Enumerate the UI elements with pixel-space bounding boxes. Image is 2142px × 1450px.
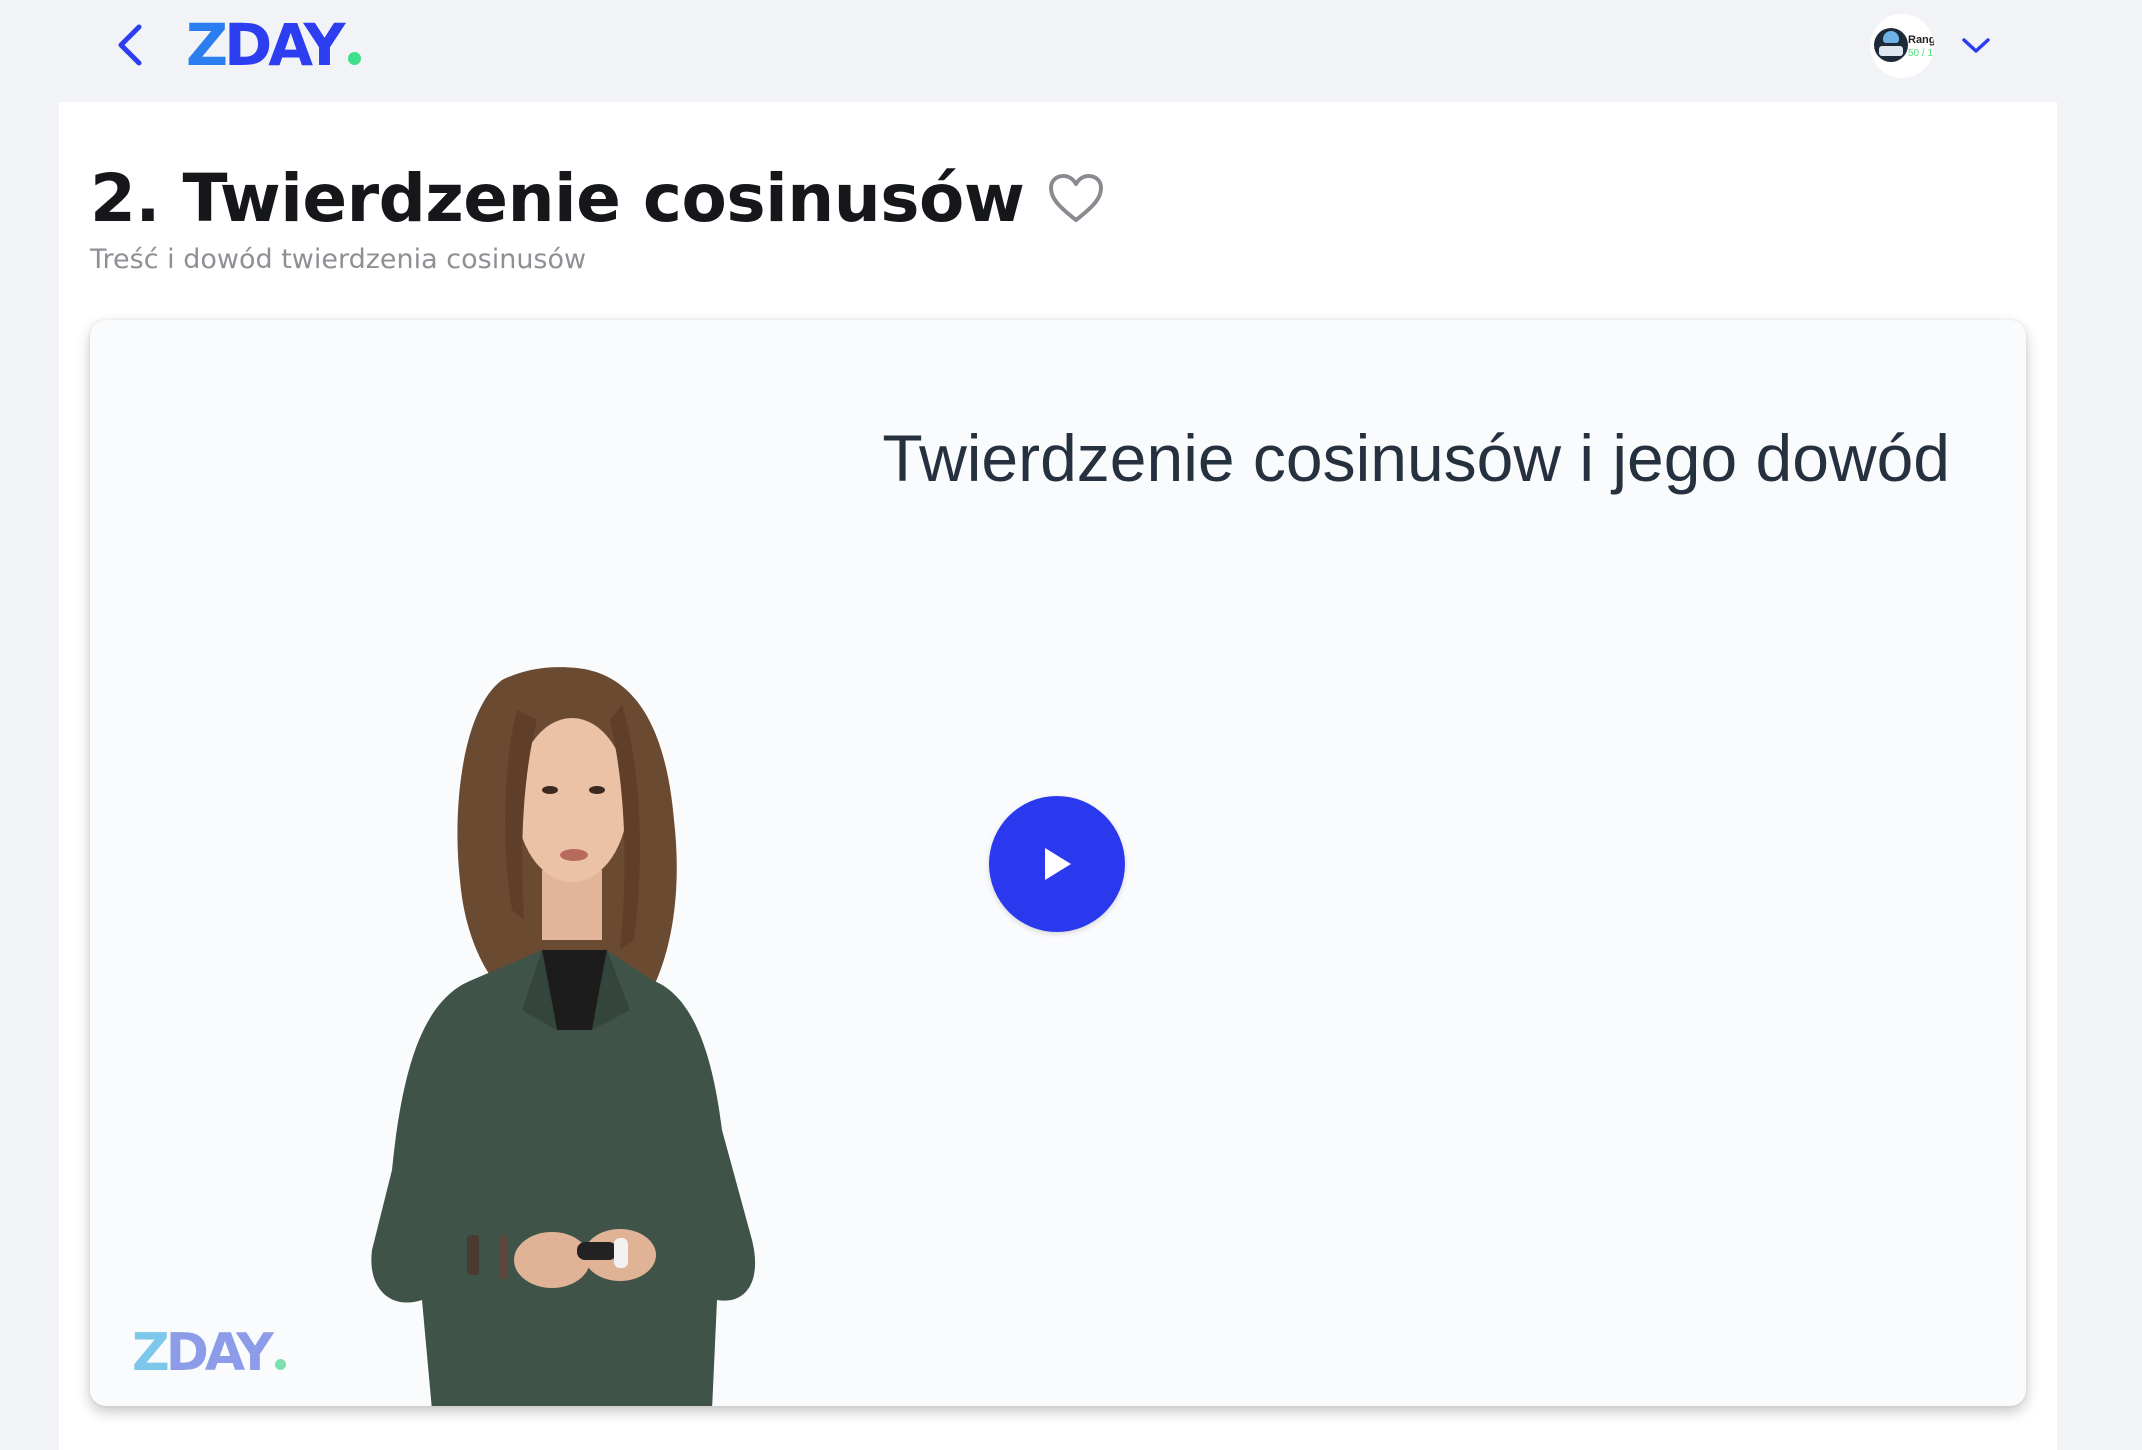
- page-subtitle: Treść i dowód twierdzenia cosinusów: [90, 244, 587, 275]
- rank-label: Ranga: [1908, 34, 1934, 46]
- chevron-down-icon: [1962, 38, 1990, 53]
- rank-value: 50 / 1: [1908, 48, 1934, 59]
- favorite-button[interactable]: [1046, 169, 1106, 229]
- title-row: 2. Twierdzenie cosinusów: [90, 154, 1106, 244]
- play-icon: [1045, 848, 1071, 880]
- presenter-image: [371, 667, 756, 1406]
- heart-outline-icon: [1049, 174, 1104, 222]
- avatar[interactable]: Ranga 50 / 1: [1870, 14, 1934, 78]
- user-menu-toggle[interactable]: [1956, 26, 1996, 66]
- video-player[interactable]: Twierdzenie cosinusów i jego dowód Z DAY: [90, 320, 2026, 1406]
- logo-dot: [347, 52, 361, 65]
- lesson-card: 2. Twierdzenie cosinusów Treść i dowód t…: [59, 102, 2057, 1450]
- watermark-letter-z: Z: [132, 1323, 170, 1383]
- back-button[interactable]: [105, 20, 155, 70]
- top-bar: ZDAY Ranga 50 / 1: [0, 0, 2142, 100]
- page-title: 2. Twierdzenie cosinusów: [90, 160, 1025, 237]
- avatar-image: [1874, 28, 1908, 62]
- chevron-left-icon: [118, 24, 142, 66]
- user-menu[interactable]: Ranga 50 / 1: [1870, 14, 1996, 78]
- play-button[interactable]: [989, 796, 1125, 932]
- video-watermark-logo: Z DAY: [132, 1325, 286, 1381]
- watermark-text: DAY: [165, 1323, 274, 1383]
- logo-text: DAY: [224, 11, 346, 79]
- logo-letter-z: Z: [186, 11, 228, 79]
- video-slide-title: Twierdzenie cosinusów i jego dowód: [882, 421, 1950, 495]
- zday-logo[interactable]: Z DAY: [186, 14, 361, 76]
- watermark-dot: [274, 1359, 286, 1370]
